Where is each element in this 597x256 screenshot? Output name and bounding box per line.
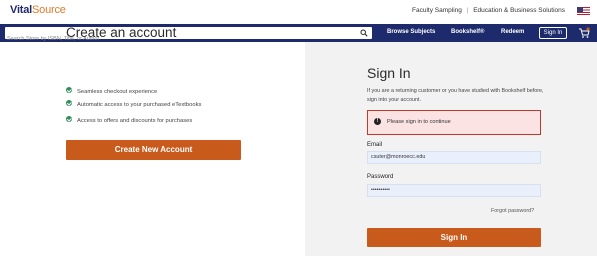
check-circle-icon [66,87,72,94]
alert-message: Please sign in to continue [387,119,451,125]
search-box [5,27,372,45]
sign-in-heading: Sign In [367,65,411,81]
check-circle-icon [66,116,72,123]
password-label: Password [367,174,394,180]
password-field[interactable]: •••••••••• [367,184,541,197]
logo-text-vital: Vital [10,4,33,16]
faculty-sampling-link[interactable]: Faculty Sampling [412,7,462,14]
sign-in-panel [305,42,597,256]
feature-text: Access to offers and discounts for purch… [77,118,193,124]
create-account-heading: Create an account [66,25,177,40]
feature-item: Access to offers and discounts for purch… [66,116,193,125]
browse-subjects-link[interactable]: Browse Subjects [387,29,435,35]
top-bar: VitalSource Faculty Sampling | Education… [0,0,597,24]
education-business-link[interactable]: Education & Business Solutions [473,7,565,14]
cart-icon[interactable] [578,27,590,39]
email-field[interactable]: csuter@monroecc.edu [367,151,541,164]
redeem-link[interactable]: Redeem [501,29,524,35]
feature-item: Seamless checkout experience [66,87,158,96]
logo-text-source: Source [32,4,66,16]
forgot-password-link[interactable]: Forgot password? [491,208,534,214]
top-links: Faculty Sampling | Education & Business … [412,7,565,14]
sign-in-alert: ! Please sign in to continue [367,110,541,135]
feature-text: Automatic access to your purchased eText… [77,102,202,108]
link-separator: | [466,7,469,14]
create-new-account-button[interactable]: Create New Account [66,140,241,160]
search-icon[interactable] [360,29,368,37]
nav-sign-in-button[interactable]: Sign In [539,27,567,39]
sign-in-button[interactable]: Sign In [367,228,541,247]
us-flag-icon[interactable] [577,7,590,15]
bookshelf-link[interactable]: Bookshelf® [451,29,484,35]
email-label: Email [367,142,383,148]
alert-icon: ! [374,118,381,125]
feature-text: Seamless checkout experience [77,89,158,95]
vitalsource-logo[interactable]: VitalSource [10,4,66,16]
feature-item: Automatic access to your purchased eText… [66,100,202,109]
sign-in-description: If you are a returning customer or you h… [367,88,544,103]
check-circle-icon [66,100,72,107]
